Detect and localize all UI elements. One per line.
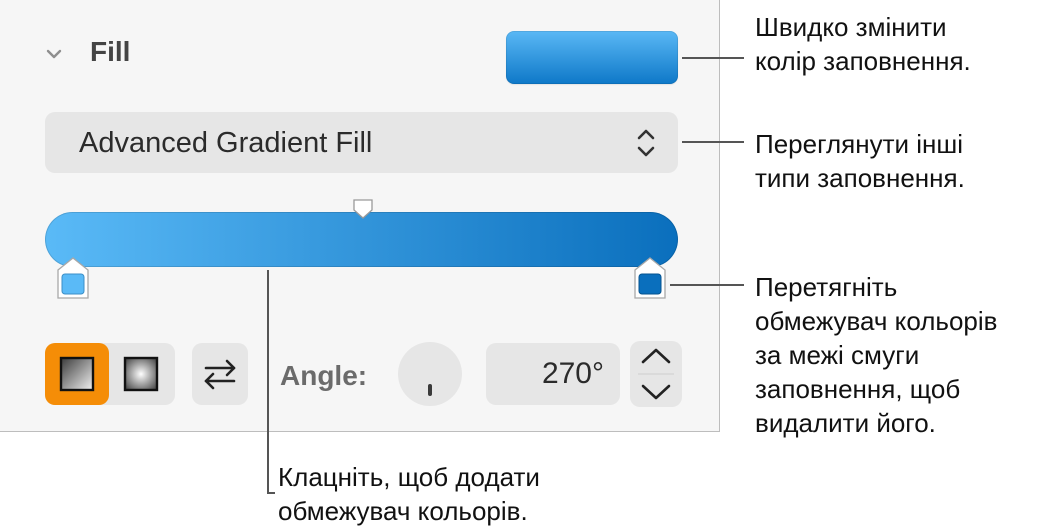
stepper-arrows-icon [638, 348, 674, 400]
callout-drag-stop: Перетягніть обмежувач кольорів за межі с… [755, 272, 998, 438]
linear-gradient-button[interactable] [45, 343, 109, 405]
callout-change-color: Швидко змінити колір заповнення. [755, 12, 971, 76]
color-stop-right[interactable] [633, 256, 667, 300]
chevron-down-icon[interactable] [44, 44, 64, 64]
angle-dial-indicator [428, 384, 432, 396]
color-swatch-button[interactable] [506, 31, 678, 84]
color-stop-left[interactable] [56, 256, 90, 300]
angle-value: 270° [541, 357, 604, 390]
reverse-gradient-button[interactable] [192, 343, 248, 405]
up-down-arrows-icon [637, 129, 655, 157]
fill-type-label: Advanced Gradient Fill [79, 127, 373, 159]
callout-line-color [682, 57, 744, 59]
angle-input[interactable]: 270° [486, 343, 620, 405]
angle-stepper[interactable] [630, 341, 682, 407]
linear-gradient-icon [59, 356, 95, 392]
gradient-bar[interactable] [45, 212, 678, 267]
callout-add-stop: Клацніть, щоб додати обмежувач кольорів. [278, 462, 540, 526]
callout-line-fill-type [682, 141, 744, 143]
callout-line-stop [670, 284, 744, 286]
swap-arrows-icon [204, 359, 236, 390]
callout-fill-types: Переглянути інші типи заповнення. [755, 129, 965, 193]
angle-dial[interactable] [398, 342, 462, 406]
angle-label: Angle: [280, 360, 368, 391]
section-title: Fill [90, 36, 131, 67]
callout-line-add-stop-tick [267, 492, 275, 494]
radial-gradient-button[interactable] [109, 343, 173, 405]
radial-gradient-icon [123, 356, 159, 392]
gradient-midpoint-handle[interactable] [352, 198, 374, 220]
fill-type-dropdown[interactable]: Advanced Gradient Fill [45, 112, 678, 173]
fill-panel: Fill Advanced Gradient Fill Angle: 270° [0, 0, 720, 432]
callout-line-add-stop [267, 270, 269, 494]
gradient-type-toggle [45, 343, 175, 405]
